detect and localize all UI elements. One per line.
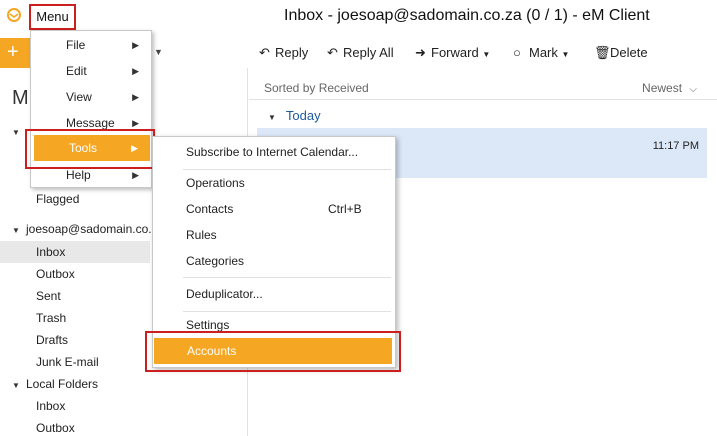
sort-order-label: Newest [642, 81, 683, 95]
forward-icon: ➜ [415, 45, 426, 60]
reply-all-label: Reply All [343, 45, 394, 60]
group-label: Today [285, 108, 321, 123]
sort-order-toggle[interactable]: Newest ⌵ [642, 81, 697, 95]
reply-button[interactable]: ↶ Reply [259, 45, 308, 61]
trash-icon: 🗑 [594, 45, 611, 60]
local-folders-group[interactable]: ▼ Local Folders [0, 373, 170, 395]
reply-icon: ↶ [259, 45, 270, 60]
triangle-down-icon: ▼ [12, 226, 20, 235]
mark-label: Mark [529, 45, 558, 60]
menu-item-file[interactable]: File ▶ [31, 32, 151, 58]
submenu-operations[interactable]: Operations [153, 170, 395, 196]
triangle-down-icon: ▼ [12, 381, 20, 390]
menu-item-label: File [66, 38, 86, 52]
account-label: joesoap@sadomain.co... [26, 222, 159, 236]
accounts-highlight-box [145, 331, 401, 372]
menu-item-label: Help [66, 168, 91, 182]
submenu-deduplicator[interactable]: Deduplicator... [153, 281, 395, 307]
folder-flagged[interactable]: Flagged [0, 188, 150, 210]
em-client-logo-icon [7, 8, 21, 22]
folder-trash[interactable]: Trash [0, 307, 150, 329]
forward-button[interactable]: ➜ Forward ▼ [415, 45, 490, 61]
chevron-down-icon: ⌵ [689, 84, 697, 95]
folder-drafts[interactable]: Drafts [0, 329, 150, 351]
plus-icon: + [7, 41, 19, 63]
title-bar: Menu Inbox - joesoap@sadomain.co.za (0 /… [0, 0, 717, 34]
submenu-contacts[interactable]: Contacts Ctrl+B [153, 196, 395, 222]
chevron-down-icon: ▼ [482, 50, 491, 59]
submenu-rules[interactable]: Rules [153, 222, 395, 248]
folder-junk[interactable]: Junk E-mail [0, 351, 150, 373]
mark-circle-icon: ○ [513, 45, 521, 60]
shortcut-label: Ctrl+B [328, 202, 362, 216]
submenu-arrow-icon: ▶ [132, 40, 139, 50]
menu-separator [183, 277, 391, 278]
menu-item-label: Edit [66, 64, 87, 78]
chevron-down-icon[interactable]: ▼ [154, 47, 163, 57]
local-folders-label: Local Folders [26, 377, 99, 391]
local-folder-outbox[interactable]: Outbox [0, 417, 150, 436]
folder-inbox[interactable]: Inbox [0, 241, 150, 263]
submenu-arrow-icon: ▶ [132, 66, 139, 76]
forward-label: Forward [431, 45, 479, 60]
sorted-by-label[interactable]: Sorted by Received [264, 81, 369, 95]
message-toolbar: ↶ Reply ↶ Reply All ➜ Forward ▼ ○ Mark ▼ 🗑De… [249, 38, 717, 68]
mark-button[interactable]: ○ Mark ▼ [513, 45, 569, 60]
reply-label: Reply [275, 45, 309, 60]
message-list-header: Sorted by Received Newest ⌵ [249, 76, 717, 100]
sidebar-heading: M [12, 87, 29, 109]
local-folder-inbox[interactable]: Inbox [0, 395, 150, 417]
submenu-arrow-icon: ▶ [132, 92, 139, 102]
menu-item-edit[interactable]: Edit ▶ [31, 58, 151, 84]
triangle-down-icon: ▼ [268, 113, 276, 122]
folder-sent[interactable]: Sent [0, 285, 150, 307]
account-group[interactable]: ▼ joesoap@sadomain.co... [0, 218, 170, 240]
menu-item-label: View [66, 90, 92, 104]
menu-item-view[interactable]: View ▶ [31, 84, 151, 110]
menu-item-label: Message [66, 116, 115, 130]
reply-all-icon: ↶ [327, 45, 338, 60]
window-title: Inbox - joesoap@sadomain.co.za (0 / 1) -… [284, 7, 650, 24]
chevron-down-icon: ▼ [561, 50, 570, 59]
delete-button[interactable]: 🗑Delete [594, 45, 648, 61]
menu-button[interactable]: Menu [29, 4, 76, 30]
group-today[interactable]: ▼ Today [268, 108, 321, 123]
delete-label: Delete [610, 45, 648, 60]
new-button[interactable]: + [0, 38, 26, 68]
submenu-categories[interactable]: Categories [153, 248, 395, 274]
submenu-subscribe-calendar[interactable]: Subscribe to Internet Calendar... [153, 139, 395, 165]
reply-all-button[interactable]: ↶ Reply All [327, 45, 394, 61]
tools-highlight-box [25, 129, 155, 169]
message-time: 11:17 PM [652, 140, 699, 152]
submenu-contacts-label: Contacts [186, 202, 234, 216]
folder-outbox[interactable]: Outbox [0, 263, 150, 285]
triangle-down-icon: ▼ [12, 128, 20, 137]
